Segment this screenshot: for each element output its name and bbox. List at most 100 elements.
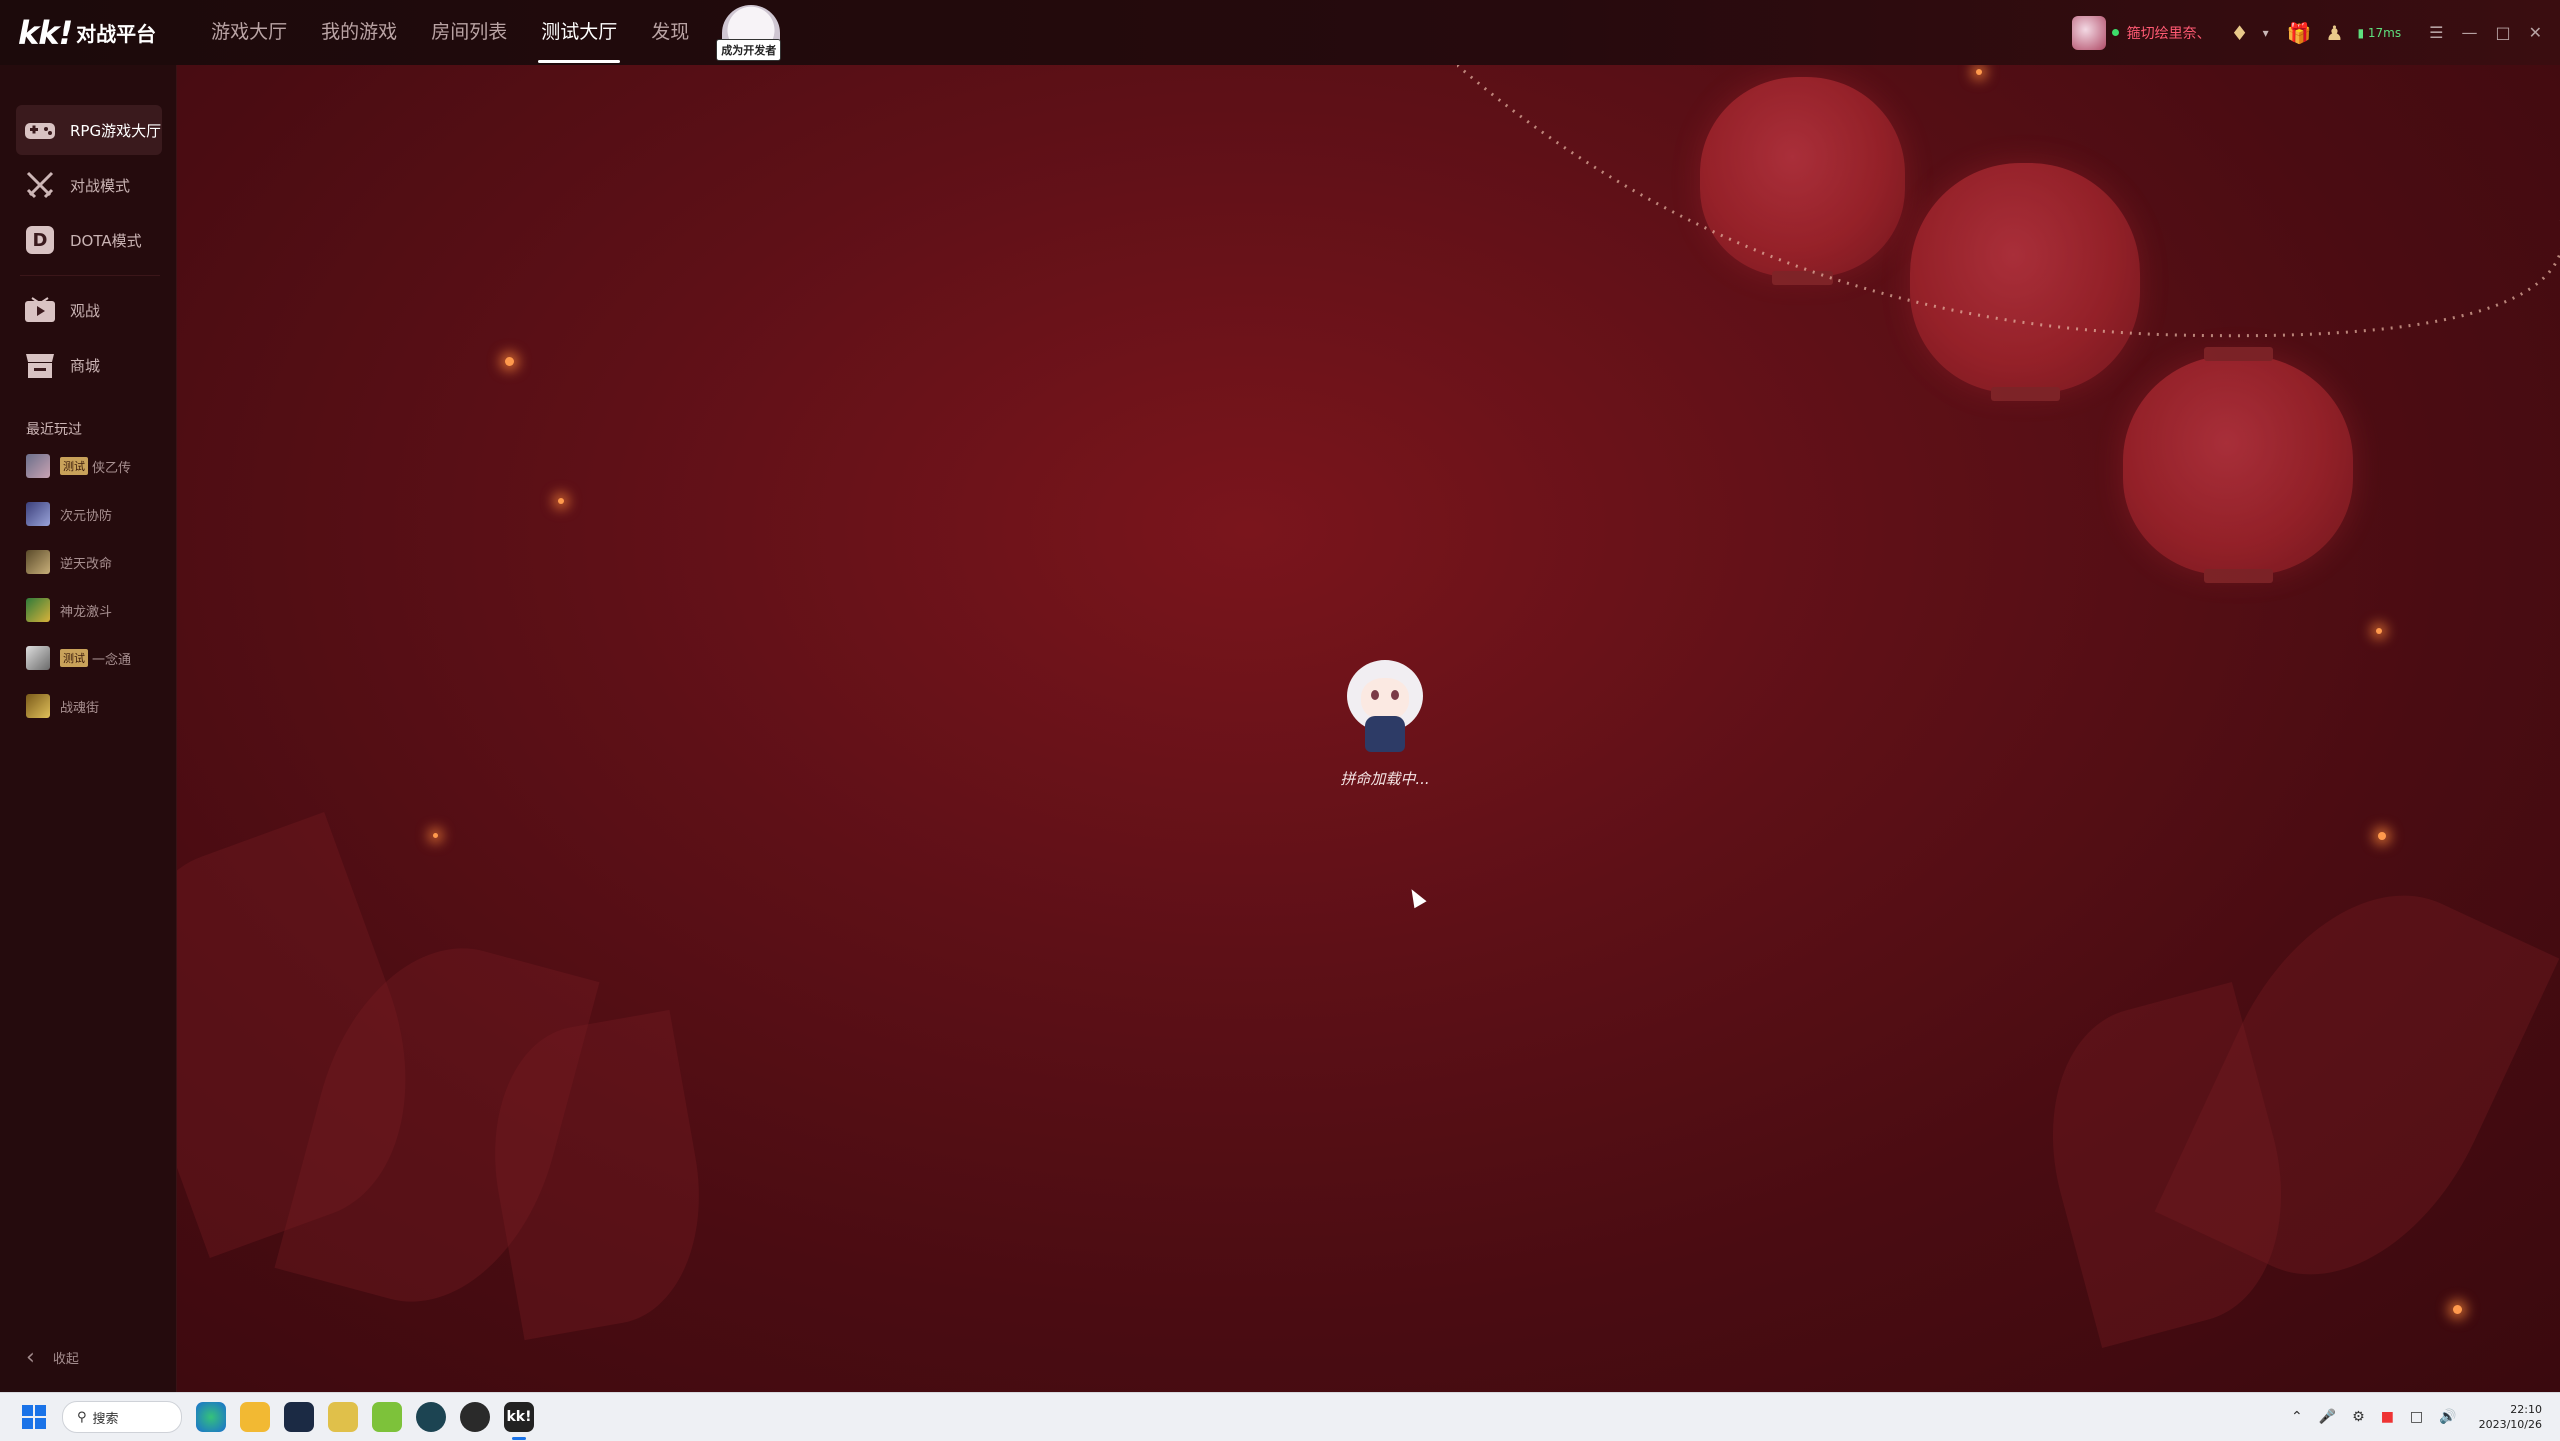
nav-my-games[interactable]: 我的游戏 (304, 0, 414, 65)
sidebar-item-battle-mode[interactable]: 对战模式 (16, 160, 162, 210)
recent-game-item[interactable]: 逆天改命 (26, 547, 166, 577)
clock-date: 2023/10/26 (2478, 1418, 2542, 1431)
ember-decoration (1976, 69, 1982, 75)
avatar[interactable] (2071, 15, 2106, 50)
play-screen-icon (22, 295, 58, 325)
game-thumbnail (26, 550, 50, 574)
search-icon: ⚲ (77, 1409, 87, 1425)
dev-badge-label: 成为开发者 (716, 38, 782, 61)
sidebar-item-label: 商城 (70, 356, 101, 375)
game-thumbnail (26, 454, 50, 478)
chevron-down-icon[interactable]: ▾ (2263, 26, 2269, 40)
test-badge: 测试 (60, 649, 88, 667)
logo-mark: kk! (18, 13, 73, 52)
steam-icon[interactable] (284, 1402, 314, 1432)
logo-name: 对战平台 (76, 22, 157, 46)
nav-discover[interactable]: 发现 (634, 0, 706, 65)
sidebar-item-label: 对战模式 (70, 176, 131, 195)
sidebar-item-spectate[interactable]: 观战 (16, 285, 162, 335)
menu-icon[interactable]: ☰ (2429, 23, 2443, 42)
settings-icon[interactable]: ⚙ (2352, 1409, 2365, 1425)
main-nav: 游戏大厅 我的游戏 房间列表 测试大厅 发现 (194, 0, 706, 65)
game-app-icon[interactable] (328, 1402, 358, 1432)
test-badge: 测试 (60, 457, 88, 475)
ping-value: 17ms (2367, 25, 2402, 40)
windows-start-icon[interactable] (22, 1405, 46, 1429)
gift-icon[interactable]: 🎁 (2287, 21, 2312, 45)
collapse-sidebar-button[interactable]: ‹ 收起 (26, 1345, 79, 1370)
recent-game-item[interactable]: 次元协防 (26, 499, 166, 529)
gamepad-icon (22, 115, 58, 145)
chevron-left-icon: ‹ (26, 1345, 35, 1370)
app-logo[interactable]: kk! 对战平台 (18, 14, 156, 52)
game-thumbnail (26, 502, 50, 526)
username[interactable]: 箍切绘里奈、 (2127, 23, 2211, 43)
recent-game-item[interactable]: 测试 侠乙传 (26, 451, 166, 481)
sidebar-item-store[interactable]: 商城 (16, 340, 162, 390)
chevron-up-icon[interactable]: ⌃ (2291, 1409, 2303, 1425)
loading-indicator: 拼命加载中... (1325, 652, 1445, 789)
file-explorer-icon[interactable] (240, 1402, 270, 1432)
maximize-icon[interactable]: □ (2495, 23, 2510, 42)
recent-game-name: 侠乙传 (92, 460, 132, 476)
taskbar-search[interactable]: ⚲ 搜索 (62, 1401, 182, 1433)
sidebar-item-rpg-lobby[interactable]: RPG游戏大厅 (16, 105, 162, 155)
lantern-cap (1990, 387, 2060, 401)
microphone-icon[interactable]: 🎤 (2319, 1409, 2336, 1425)
sidebar-item-dota-mode[interactable]: D DOTA模式 (16, 215, 162, 265)
collapse-label: 收起 (52, 1352, 79, 1367)
kk-icon[interactable]: kk! (504, 1402, 534, 1440)
ember-decoration (505, 357, 514, 366)
store-icon (22, 350, 58, 380)
sidebar-item-label: RPG游戏大厅 (70, 121, 162, 140)
network-icon[interactable]: □ (2410, 1409, 2423, 1425)
lantern-cap (2203, 569, 2273, 583)
mouse-cursor (1405, 885, 1427, 909)
edge-icon[interactable] (196, 1402, 226, 1432)
loading-text: 拼命加载中... (1340, 770, 1430, 788)
nav-test-lobby[interactable]: 测试大厅 (524, 0, 634, 65)
sidebar: RPG游戏大厅 对战模式 D DOTA模式 观战 商城 最近玩过 测试 侠乙传 … (0, 65, 177, 1392)
ember-decoration (433, 833, 438, 838)
system-clock[interactable]: 22:10 2023/10/26 (2479, 1402, 2542, 1432)
sidebar-divider (20, 275, 160, 276)
system-tray: ⌃ 🎤 ⚙ ■ □ 🔊 22:10 2023/10/26 (2275, 1393, 2542, 1441)
crossed-swords-icon (22, 170, 58, 200)
recent-game-name: 逆天改命 (60, 556, 113, 572)
close-icon[interactable]: ✕ (2529, 23, 2542, 42)
mascot-body (1365, 716, 1405, 752)
ping-indicator: ▮ 17ms (2357, 26, 2401, 40)
kk-icon-label: kk! (506, 1409, 532, 1425)
recorder-icon[interactable] (460, 1402, 490, 1432)
user-area: 箍切绘里奈、 ♦ ▾ 🎁 ♟ ▮ 17ms ☰ — □ ✕ (2071, 0, 2560, 65)
vpn-app-icon[interactable] (416, 1402, 446, 1432)
recent-game-item[interactable]: 战魂街 (26, 691, 166, 721)
ember-decoration (2453, 1305, 2462, 1314)
nav-room-list[interactable]: 房间列表 (414, 0, 524, 65)
recent-game-item[interactable]: 神龙激斗 (26, 595, 166, 625)
light-string-decoration (1457, 65, 2560, 338)
ember-decoration (2376, 628, 2382, 634)
recent-game-item[interactable]: 测试 一念通 (26, 643, 166, 673)
become-developer-badge[interactable]: 成为开发者 (716, 1, 786, 65)
ember-decoration (2378, 832, 2386, 840)
ember-decoration (558, 498, 564, 504)
app-tray-icon[interactable]: ■ (2381, 1409, 2394, 1425)
minimize-icon[interactable]: — (2461, 23, 2477, 42)
volume-icon[interactable]: 🔊 (2439, 1409, 2456, 1425)
online-status-icon (2111, 29, 2119, 36)
main-content: 拼命加载中... (177, 65, 2560, 1392)
lantern-decoration (2123, 347, 2353, 583)
recent-played-title: 最近玩过 (26, 422, 82, 438)
recent-game-name: 一念通 (92, 652, 132, 668)
vip-diamond-icon[interactable]: ♦ (2231, 21, 2249, 45)
nav-game-lobby[interactable]: 游戏大厅 (194, 0, 304, 65)
search-label: 搜索 (92, 1411, 119, 1427)
game-thumbnail (26, 646, 50, 670)
dota-d-icon: D (22, 225, 58, 255)
sidebar-item-label: DOTA模式 (70, 231, 142, 250)
leaf-app-icon[interactable] (372, 1402, 402, 1432)
recent-game-name: 次元协防 (60, 508, 113, 524)
sidebar-item-label: 观战 (70, 301, 101, 320)
friends-icon[interactable]: ♟ (2326, 21, 2344, 45)
